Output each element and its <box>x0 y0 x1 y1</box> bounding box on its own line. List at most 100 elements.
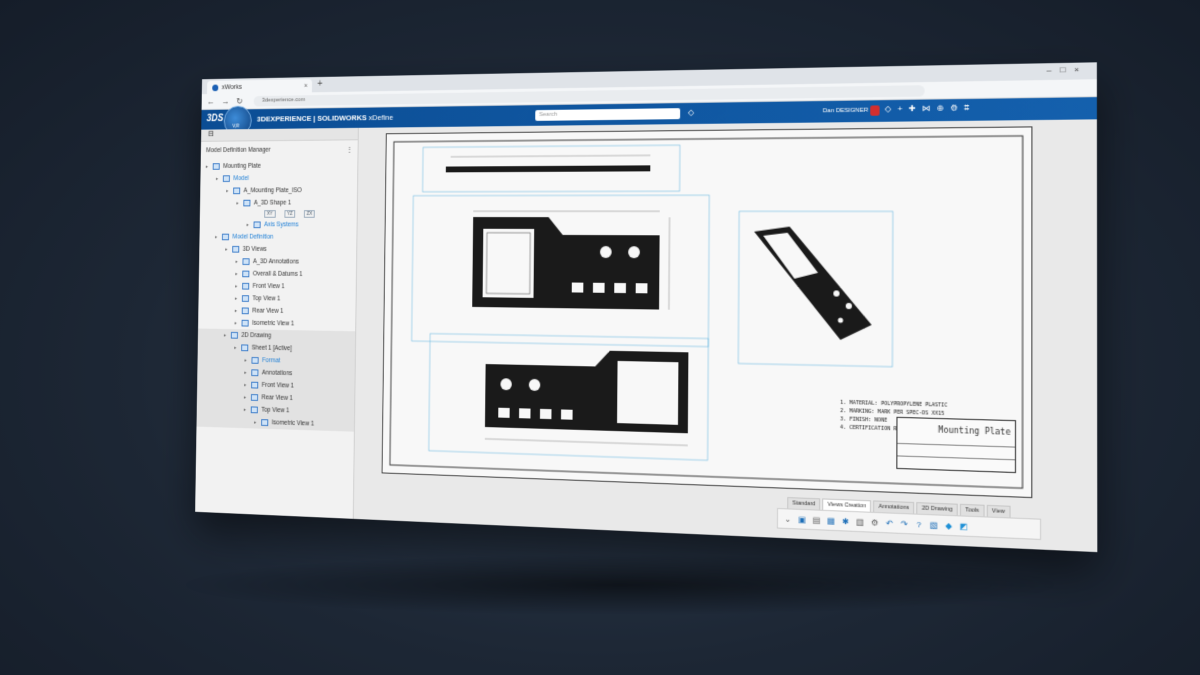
cube-icon[interactable]: ◆ <box>943 519 955 531</box>
tree-node-label: Model <box>233 175 249 182</box>
tab-close-icon[interactable]: × <box>304 82 308 89</box>
rear-view-window <box>617 360 679 425</box>
title-block-row <box>897 442 1015 448</box>
window-controls[interactable]: –□× <box>1047 65 1088 75</box>
browser-tab[interactable]: xWorks × <box>206 79 313 95</box>
tree-node-label: Rear View 1 <box>252 307 284 315</box>
tree-node-icon <box>251 356 259 364</box>
tree-node[interactable]: ▸ Mounting Plate <box>201 159 358 172</box>
tree-node-icon <box>253 221 261 229</box>
tree-node-label: A_3D Annotations <box>252 258 299 266</box>
tree-node-icon <box>251 381 259 389</box>
tree-node-icon <box>243 199 251 207</box>
tree-node-label: Mounting Plate <box>223 162 261 170</box>
tree-node[interactable]: ▸ 3D Views <box>199 243 356 256</box>
tree-node-icon <box>241 295 250 302</box>
redo-icon[interactable]: ↷ <box>898 518 910 530</box>
app-name: xDefine <box>368 113 394 122</box>
tree-node[interactable]: ▸ Axis Systems <box>200 219 357 232</box>
front-slot-3 <box>614 282 626 294</box>
back-icon[interactable]: ← <box>207 97 215 106</box>
sheet-icon[interactable]: ▤ <box>811 514 822 526</box>
tree-node-label: A_Mounting Plate_ISO <box>243 187 302 195</box>
site-favicon-icon <box>212 84 219 91</box>
axis-button[interactable]: XY <box>264 210 276 218</box>
gear-icon[interactable]: ⚙ <box>869 516 881 528</box>
3ds-logo: 3DS <box>206 113 224 124</box>
command-tab[interactable]: Tools <box>959 503 985 517</box>
tree-node-icon <box>251 369 259 377</box>
tree-node-label: Format <box>262 357 281 365</box>
tree-node-icon <box>212 163 220 170</box>
tree-title-row: Model Definition Manager ⋮ <box>201 140 358 160</box>
tree-node-icon <box>233 187 241 195</box>
tree-node-icon <box>261 419 269 427</box>
front-slot-2 <box>592 282 605 293</box>
user-name[interactable]: Dan DESIGNER <box>823 108 868 115</box>
tree-node-icon <box>232 245 240 253</box>
tree-node-label: Axis Systems <box>264 221 299 229</box>
panel-menu-icon[interactable]: ⋮ <box>346 146 352 154</box>
axis-button[interactable]: ZX <box>303 210 316 218</box>
tree-node-icon <box>241 307 249 315</box>
user-avatar[interactable] <box>870 105 880 116</box>
display-icon[interactable]: ◩ <box>958 520 970 532</box>
header-tools[interactable]: ◇+✚⋈⊕⚙⌗ <box>885 103 976 115</box>
search-input[interactable]: Search <box>535 108 681 121</box>
tree-node-label: Isometric View 1 <box>252 319 295 328</box>
top-view-part <box>445 165 651 173</box>
tree-node-icon <box>241 319 249 327</box>
tree-node-label: Annotations <box>261 369 293 378</box>
title-block: Mounting Plate <box>896 416 1017 474</box>
axis-button[interactable]: YZ <box>284 210 296 218</box>
print-icon[interactable]: ▥ <box>854 516 866 528</box>
tree-node-label: Overall & Datums 1 <box>252 270 303 278</box>
forward-icon[interactable]: → <box>221 97 229 106</box>
browser-window: xWorks × + –□× ← → ↻ 3dexperience.com 3D… <box>195 62 1098 553</box>
tree-node[interactable]: ▸ A_3D Shape 1 <box>200 197 357 209</box>
front-vertical-dimension <box>669 217 670 309</box>
tree-node[interactable]: ▸ A_Mounting Plate_ISO <box>200 184 357 197</box>
tree-node-label: Rear View 1 <box>261 394 293 402</box>
tree-node-label: A_3D Shape 1 <box>253 199 292 207</box>
title-block-title: Mounting Plate <box>938 425 1011 437</box>
window-shadow <box>180 555 1060 615</box>
views-icon[interactable]: ▧ <box>928 519 940 531</box>
new-tab-button[interactable]: + <box>317 79 322 90</box>
tree-node-icon <box>250 394 259 401</box>
tree-node-icon <box>242 282 250 290</box>
axis-buttons: XY YZ ZX <box>264 209 357 219</box>
tree-node[interactable]: ▸ Model <box>200 172 357 185</box>
help-icon[interactable]: ? <box>913 518 925 530</box>
panel-title: Model Definition Manager <box>206 146 271 154</box>
tree-node[interactable]: ▸ Model Definition <box>199 231 356 244</box>
rear-dimension-line <box>485 439 688 446</box>
tree-node-label: Front View 1 <box>261 381 294 390</box>
tree-node-label: Sheet 1 [Active] <box>251 344 292 353</box>
rear-slot-1 <box>498 407 510 418</box>
tag-icon[interactable]: ◇ <box>688 108 694 117</box>
chevron-down-icon[interactable]: ⌄ <box>782 513 793 525</box>
tree-node-label: Top View 1 <box>252 295 281 303</box>
new-view-icon[interactable]: ▣ <box>796 513 807 525</box>
tree-node-icon <box>250 406 258 414</box>
front-hole-1 <box>599 246 612 259</box>
drawing-canvas[interactable]: 1. MATERIAL: POLYPROPYLENE PLASTIC 2. MA… <box>353 119 1098 553</box>
tree-node-label: Model Definition <box>232 233 274 241</box>
tree-node-icon <box>242 258 250 265</box>
tree-collapse-icon[interactable]: ⊟ <box>208 130 214 138</box>
save-icon[interactable]: ▦ <box>825 515 836 527</box>
undo-icon[interactable]: ↶ <box>884 517 896 529</box>
tree-node-icon <box>230 331 238 339</box>
settings-star-icon[interactable]: ✱ <box>840 515 851 527</box>
tree-node-icon <box>222 175 230 182</box>
command-tab[interactable]: View <box>986 504 1011 518</box>
tree-nodes: ▸ Mounting Plate ▸ Model ▸ A_Mounting Plate_I… <box>196 159 358 432</box>
tree-node-label: Top View 1 <box>261 406 290 415</box>
front-view-window <box>482 228 535 298</box>
screen-scene: xWorks × + –□× ← → ↻ 3dexperience.com 3D… <box>195 62 1098 553</box>
reload-icon[interactable]: ↻ <box>236 96 243 106</box>
drawing-sheet[interactable]: 1. MATERIAL: POLYPROPYLENE PLASTIC 2. MA… <box>381 126 1033 499</box>
front-slot-4 <box>635 283 648 294</box>
model-tree-panel: ⊟ Model Definition Manager ⋮ ▸ Mounting P… <box>195 127 359 519</box>
